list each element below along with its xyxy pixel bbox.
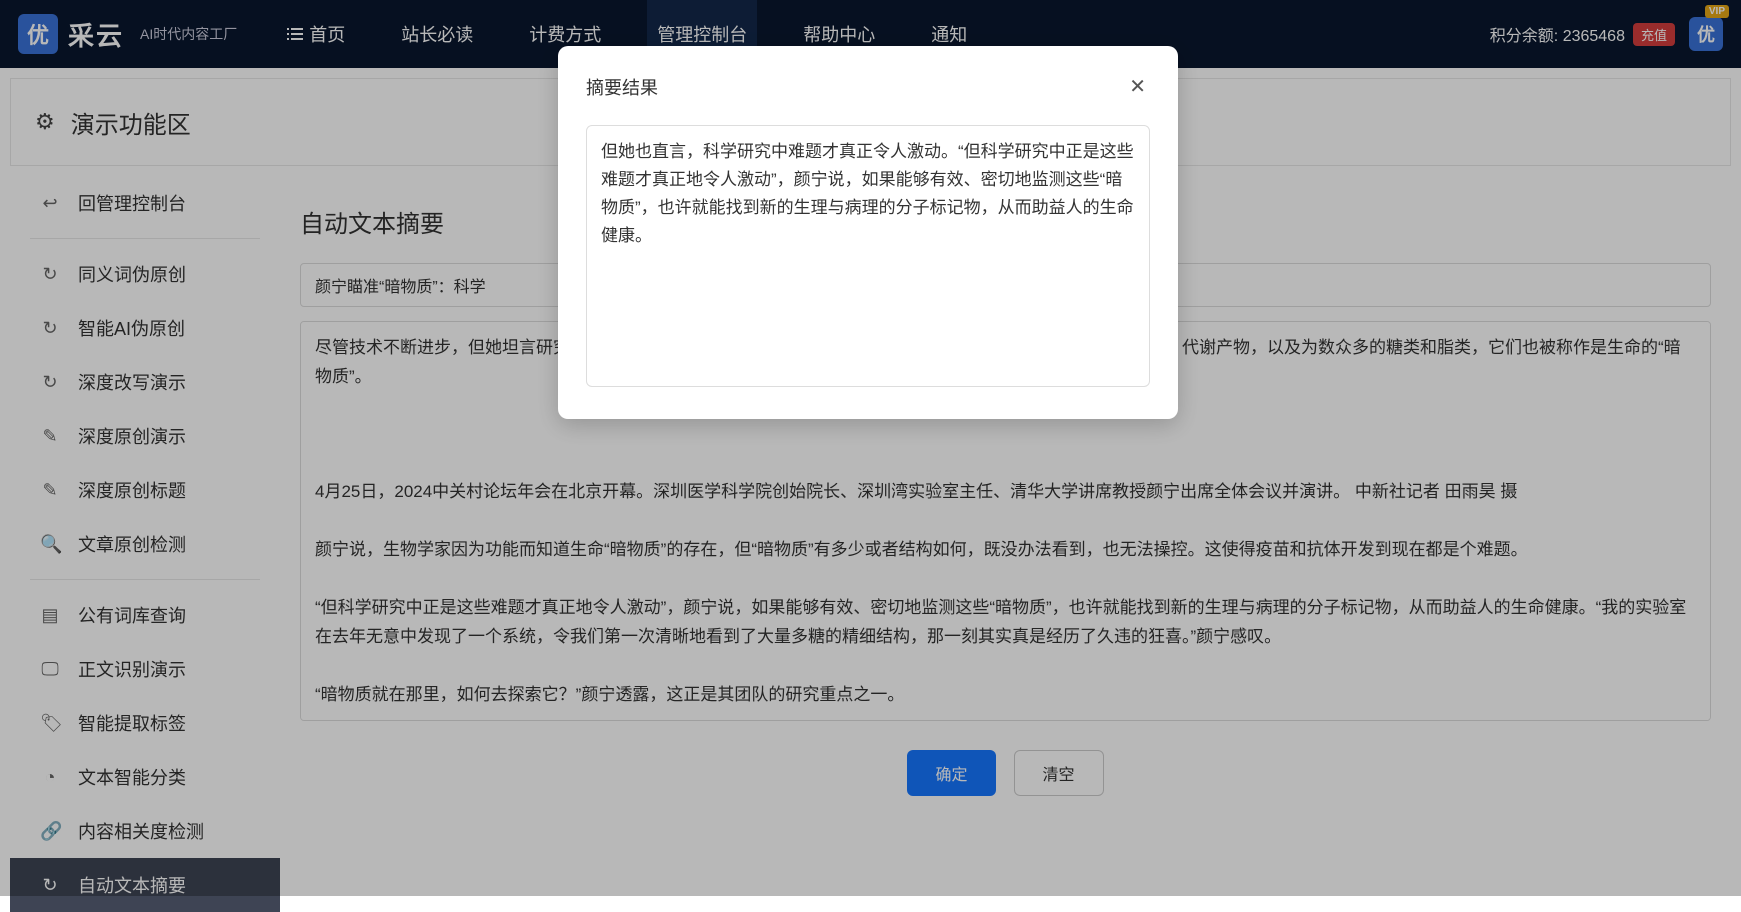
modal-header: 摘要结果 ✕: [586, 70, 1150, 103]
summary-modal: 摘要结果 ✕ 但她也直言，科学研究中难题才真正令人激动。“但科学研究中正是这些难…: [558, 46, 1178, 419]
modal-body: 但她也直言，科学研究中难题才真正令人激动。“但科学研究中正是这些难题才真正地令人…: [586, 125, 1150, 387]
modal-title: 摘要结果: [586, 74, 658, 100]
close-icon[interactable]: ✕: [1125, 70, 1150, 103]
